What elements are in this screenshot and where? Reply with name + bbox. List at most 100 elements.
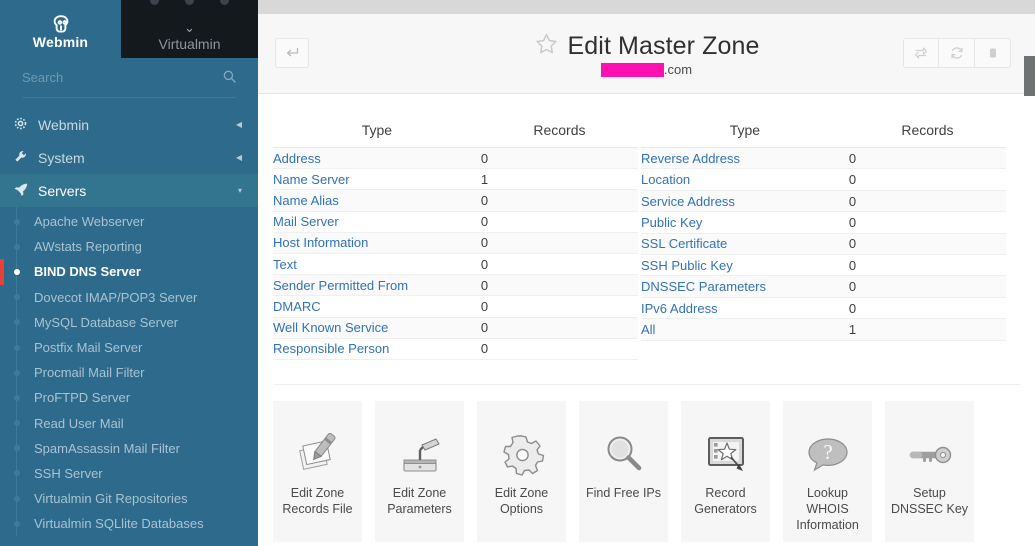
record-count: 0 [849, 169, 1006, 190]
record-types-table-right: Type Records Reverse Address 0 Location … [641, 114, 1006, 360]
star-outline-icon[interactable] [534, 32, 559, 61]
record-type-link[interactable]: DNSSEC Parameters [641, 279, 766, 294]
table-row[interactable]: Sender Permitted From 0 [273, 275, 638, 296]
bullet-icon [14, 219, 20, 225]
edit-zone-parameters-button[interactable]: Edit Zone Parameters [375, 401, 464, 542]
record-type-link[interactable]: Name Server [273, 172, 350, 187]
gear-icon [499, 427, 545, 483]
sidebar-item-mysql[interactable]: MySQL Database Server [0, 310, 258, 335]
table-row[interactable]: Text 0 [273, 253, 638, 274]
record-type-link[interactable]: Text [273, 257, 297, 272]
sidebar-item-label: SpamAssassin Mail Filter [34, 441, 180, 456]
action-label: Edit Zone Records File [273, 485, 362, 517]
question-bubble-icon: ? [805, 427, 851, 483]
record-type-link[interactable]: SSL Certificate [641, 236, 727, 251]
table-header-row: Type Records [641, 114, 1006, 148]
record-count: 0 [481, 317, 638, 338]
sidebar-item-spamassassin[interactable]: SpamAssassin Mail Filter [0, 436, 258, 461]
sidebar-item-procmail[interactable]: Procmail Mail Filter [0, 360, 258, 385]
sidebar-item-label: BIND DNS Server [34, 264, 141, 279]
sidebar-item-ssh-server[interactable]: SSH Server [0, 461, 258, 486]
sidebar-group-webmin[interactable]: Webmin ◀ [0, 108, 258, 141]
sidebar-item-apache-webserver[interactable]: Apache Webserver [0, 209, 258, 234]
sidebar-item-postfix[interactable]: Postfix Mail Server [0, 335, 258, 360]
table-row[interactable]: SSH Public Key 0 [641, 255, 1006, 276]
search-input[interactable] [22, 70, 223, 85]
edit-zone-records-file-button[interactable]: Edit Zone Records File [273, 401, 362, 542]
sidebar-item-bind-dns-server[interactable]: BIND DNS Server [0, 259, 258, 284]
bullet-icon [14, 345, 20, 351]
chevron-left-icon: ◀ [236, 120, 242, 129]
lookup-whois-information-button[interactable]: ? Lookup WHOIS Information [783, 401, 872, 542]
record-count: 0 [481, 253, 638, 274]
action-label: Setup DNSSEC Key [885, 485, 974, 517]
record-type-link[interactable]: Reverse Address [641, 151, 740, 166]
action-label: Edit Zone Parameters [375, 485, 464, 517]
table-row[interactable]: Service Address 0 [641, 190, 1006, 211]
sidebar-search[interactable] [22, 58, 236, 98]
table-row[interactable]: Name Server 1 [273, 169, 638, 190]
page-scrollbar[interactable] [1024, 0, 1035, 546]
refresh-icon[interactable] [939, 38, 975, 68]
sidebar-item-dovecot[interactable]: Dovecot IMAP/POP3 Server [0, 285, 258, 310]
sidebar-item-awstats-reporting[interactable]: AWstats Reporting [0, 234, 258, 259]
redacted-domain [601, 63, 664, 77]
sidebar-item-virtualmin-sqlite[interactable]: Virtualmin SQLlite Databases [0, 511, 258, 536]
setup-dnssec-key-button[interactable]: Setup DNSSEC Key [885, 401, 974, 542]
column-header-type: Type [273, 114, 481, 148]
record-type-link[interactable]: All [641, 322, 655, 337]
action-label: Find Free IPs [582, 485, 665, 501]
webmin-tab[interactable]: Webmin [0, 0, 121, 58]
sidebar-item-virtualmin-git[interactable]: Virtualmin Git Repositories [0, 486, 258, 511]
find-free-ips-button[interactable]: Find Free IPs [579, 401, 668, 542]
sidebar-group-system[interactable]: System ◀ [0, 141, 258, 174]
table-row[interactable]: Name Alias 0 [273, 190, 638, 211]
sidebar-item-read-user-mail[interactable]: Read User Mail [0, 411, 258, 436]
record-generators-button[interactable]: Record Generators [681, 401, 770, 542]
record-type-link[interactable]: SSH Public Key [641, 258, 733, 273]
zone-action-buttons: Edit Zone Records File Edit Zone [273, 385, 1020, 542]
table-row[interactable]: IPv6 Address 0 [641, 297, 1006, 318]
table-row[interactable]: Address 0 [273, 148, 638, 169]
magnifier-icon [601, 427, 647, 483]
record-type-link[interactable]: Address [273, 151, 321, 166]
record-type-link[interactable]: Service Address [641, 194, 735, 209]
table-row[interactable]: SSL Certificate 0 [641, 233, 1006, 254]
table-row[interactable]: Responsible Person 0 [273, 338, 638, 359]
table-row[interactable]: DMARC 0 [273, 296, 638, 317]
virtualmin-tab[interactable]: ⌄ Virtualmin [121, 0, 258, 58]
table-row[interactable]: Host Information 0 [273, 232, 638, 253]
table-header-row: Type Records [273, 114, 638, 148]
record-type-link[interactable]: Host Information [273, 235, 368, 250]
top-strip [258, 0, 1035, 14]
table-row[interactable]: Location 0 [641, 169, 1006, 190]
table-row[interactable]: Well Known Service 0 [273, 317, 638, 338]
record-type-link[interactable]: DMARC [273, 299, 321, 314]
record-type-link[interactable]: Sender Permitted From [273, 278, 408, 293]
record-type-link[interactable]: Responsible Person [273, 341, 389, 356]
record-type-link[interactable]: Mail Server [273, 214, 339, 229]
bullet-icon [14, 244, 20, 250]
back-button[interactable] [275, 38, 309, 68]
edit-zone-options-button[interactable]: Edit Zone Options [477, 401, 566, 542]
search-icon[interactable] [223, 70, 236, 86]
stop-square-icon[interactable] [975, 38, 1011, 68]
sidebar-group-servers[interactable]: Servers ▾ [0, 174, 258, 207]
table-row[interactable]: Public Key 0 [641, 212, 1006, 233]
scrollbar-thumb[interactable] [1024, 56, 1035, 96]
bullet-icon [14, 470, 20, 476]
record-count: 0 [481, 296, 638, 317]
record-type-link[interactable]: IPv6 Address [641, 301, 718, 316]
table-row[interactable]: Mail Server 0 [273, 211, 638, 232]
sidebar-item-proftpd[interactable]: ProFTPD Server [0, 385, 258, 410]
record-type-link[interactable]: Location [641, 172, 690, 187]
table-row[interactable]: DNSSEC Parameters 0 [641, 276, 1006, 297]
refresh-plus-icon[interactable] [903, 38, 939, 68]
table-row[interactable]: Reverse Address 0 [641, 148, 1006, 169]
record-type-link[interactable]: Public Key [641, 215, 702, 230]
record-type-link[interactable]: Well Known Service [273, 320, 388, 335]
chevron-down-icon: ⌄ [184, 23, 195, 33]
record-type-link[interactable]: Name Alias [273, 193, 339, 208]
table-row[interactable]: All 1 [641, 319, 1006, 340]
page-header: Edit Master Zone .com [258, 14, 1035, 94]
